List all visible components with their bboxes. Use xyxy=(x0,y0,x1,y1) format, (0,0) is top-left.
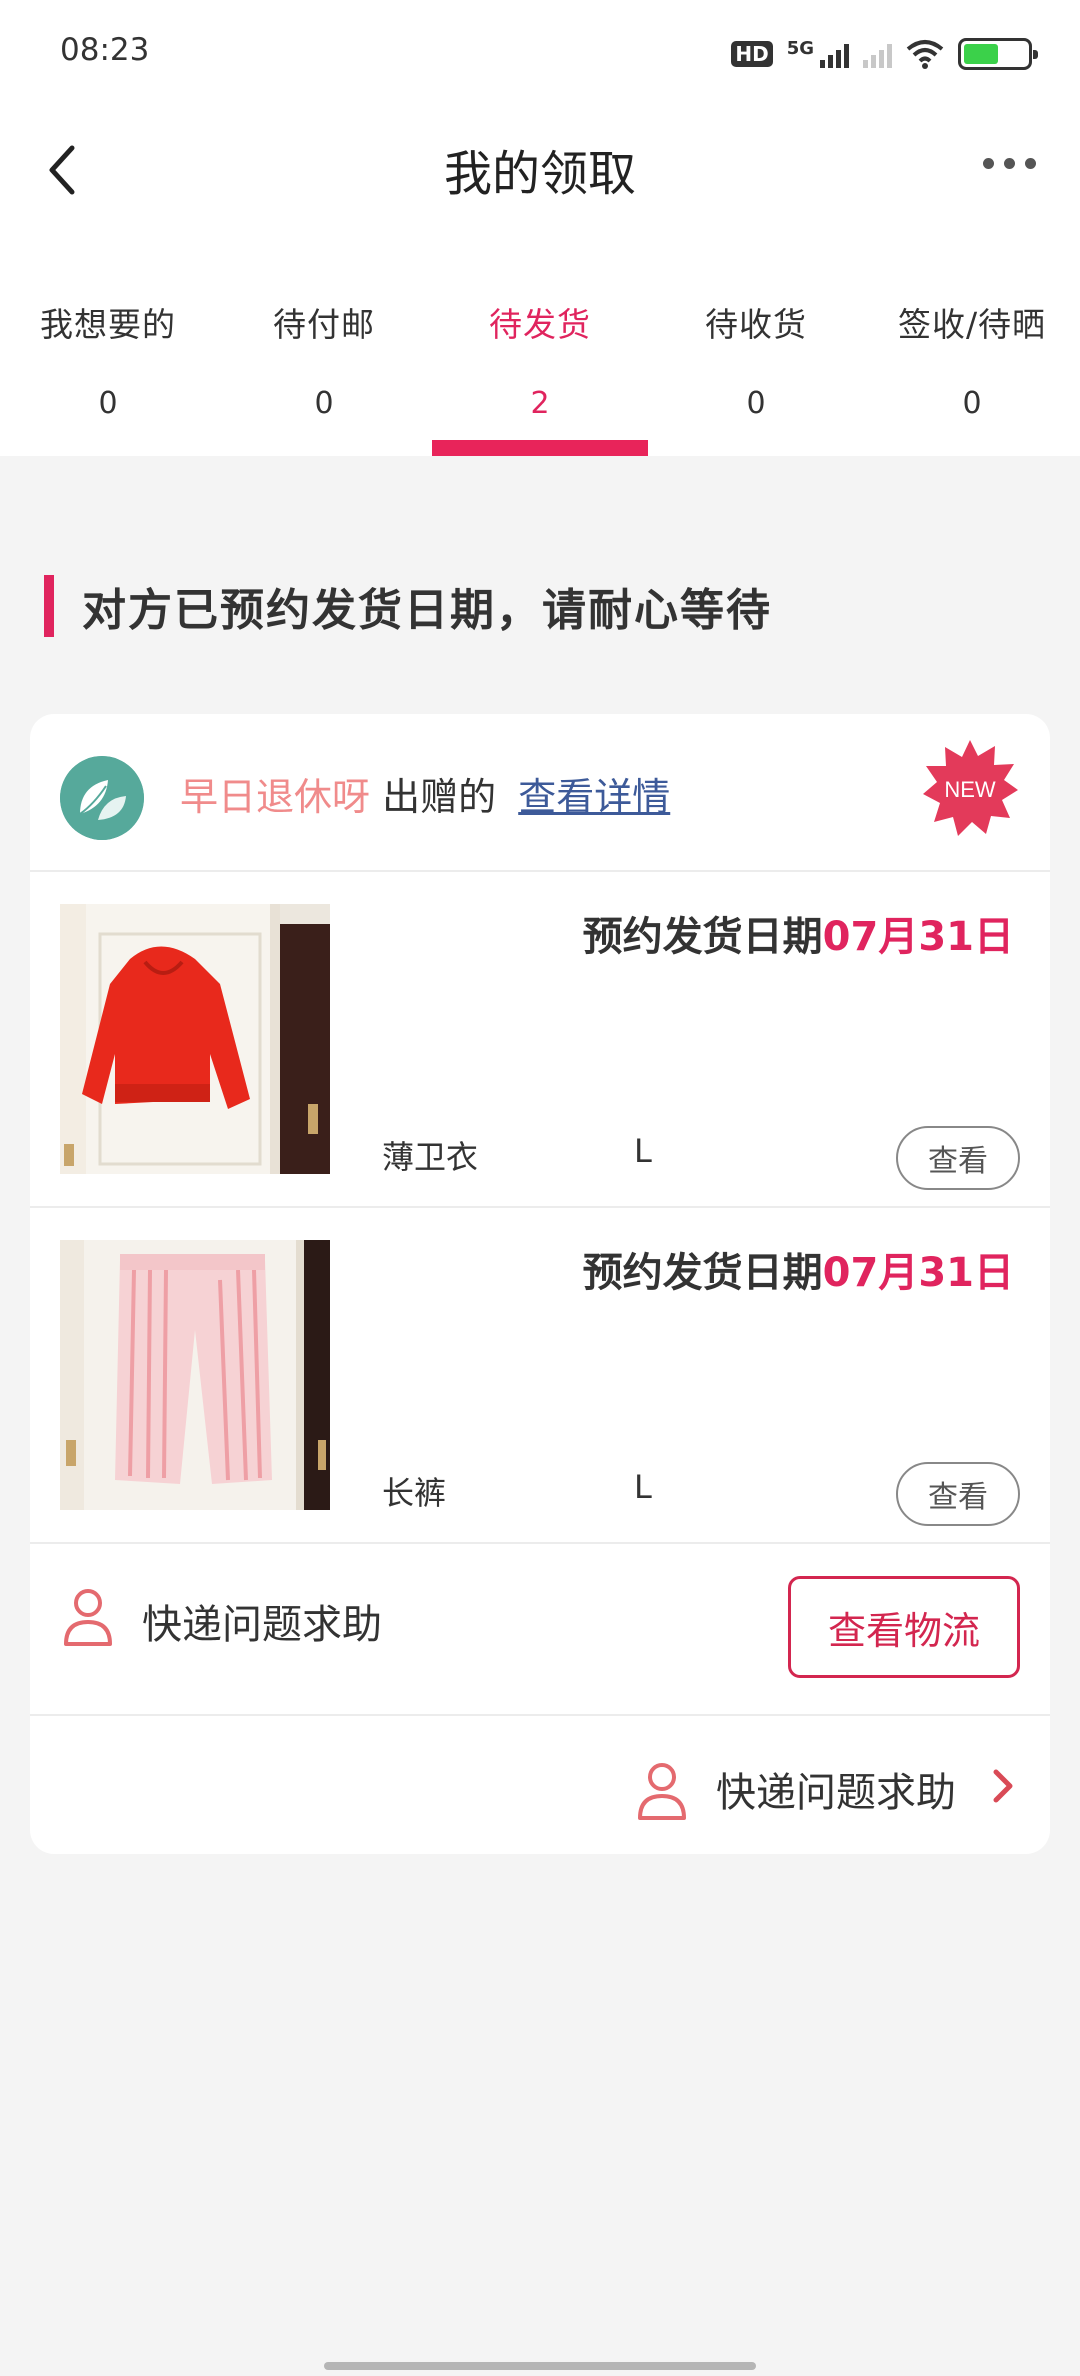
person-icon xyxy=(638,1763,686,1820)
tab-label: 签收/待晒 xyxy=(897,305,1047,344)
list-item: 预约发货日期07月31日 长裤 L 查看 xyxy=(30,1210,1050,1544)
gift-card: 早日退休呀 出赠的 查看详情 NEW 预约发货日期07月31日 薄卫衣 L 查看… xyxy=(30,714,1050,1854)
chevron-right-icon xyxy=(993,1769,1013,1803)
tab-pending-shipment[interactable]: 待发货 2 xyxy=(432,230,648,456)
tab-count: 0 xyxy=(746,386,766,421)
item-name: 长裤 xyxy=(382,1474,447,1512)
page-title: 我的领取 xyxy=(443,146,636,202)
new-badge-label: NEW xyxy=(944,777,996,802)
tab-pending-postage[interactable]: 待付邮 0 xyxy=(216,230,432,456)
product-image-pants[interactable] xyxy=(60,1240,330,1510)
battery-icon xyxy=(958,38,1038,70)
view-item-button[interactable]: 查看 xyxy=(896,1126,1020,1190)
tab-count: 0 xyxy=(98,386,118,421)
home-indicator[interactable] xyxy=(324,2362,756,2370)
avatar[interactable] xyxy=(60,756,144,840)
scheduled-ship-date: 预约发货日期07月31日 xyxy=(583,904,1014,962)
wifi-icon xyxy=(906,40,944,69)
hd-icon: HD xyxy=(731,41,773,67)
delivery-help-footer[interactable]: 快递问题求助 xyxy=(30,1716,1050,1854)
tab-label: 我想要的 xyxy=(40,305,176,344)
item-size: L xyxy=(634,1132,652,1170)
giver-name[interactable]: 早日退休呀 xyxy=(180,775,370,819)
scheduled-ship-date: 预约发货日期07月31日 xyxy=(583,1240,1014,1298)
ship-date-value: 07月31日 xyxy=(822,1250,1014,1296)
tab-label: 待付邮 xyxy=(273,305,375,344)
status-bar: 08:23 HD 5G xyxy=(0,0,1080,110)
item-name: 薄卫衣 xyxy=(382,1138,479,1176)
more-icon[interactable] xyxy=(983,158,1036,169)
status-icons: HD 5G xyxy=(731,38,1038,70)
section-heading: 对方已预约发货日期，请耐心等待 xyxy=(44,574,772,638)
tab-wanted[interactable]: 我想要的 0 xyxy=(0,230,216,456)
ship-date-label: 预约发货日期 xyxy=(582,1250,823,1296)
active-tab-indicator xyxy=(432,440,648,456)
delivery-help-row: 快递问题求助 查看物流 xyxy=(30,1546,1050,1716)
tab-count: 0 xyxy=(314,386,334,421)
list-item: 预约发货日期07月31日 薄卫衣 L 查看 xyxy=(30,874,1050,1208)
tab-received[interactable]: 签收/待晒 0 xyxy=(864,230,1080,456)
order-status-tabs: 我想要的 0 待付邮 0 待发货 2 待收货 0 签收/待晒 0 xyxy=(0,230,1080,456)
new-badge-icon: NEW xyxy=(923,740,1018,836)
ship-date-value: 07月31日 xyxy=(822,914,1014,960)
tab-count: 0 xyxy=(962,386,982,421)
tab-label: 待发货 xyxy=(489,305,591,344)
view-logistics-button[interactable]: 查看物流 xyxy=(788,1576,1020,1678)
leaf-logo-icon xyxy=(60,756,144,840)
network-type-label: 5G xyxy=(786,38,814,59)
view-details-link[interactable]: 查看详情 xyxy=(518,775,670,819)
ship-date-label: 预约发货日期 xyxy=(582,914,823,960)
nav-bar: 我的领取 xyxy=(0,110,1080,230)
view-item-button[interactable]: 查看 xyxy=(896,1462,1020,1526)
delivery-help-footer-label: 快递问题求助 xyxy=(716,1770,956,1816)
person-icon xyxy=(64,1589,112,1646)
tab-count: 2 xyxy=(530,386,550,421)
product-image-hoodie[interactable] xyxy=(60,904,330,1174)
tab-label: 待收货 xyxy=(705,305,807,344)
section-accent-bar xyxy=(44,575,54,637)
giver-line: 早日退休呀 出赠的 查看详情 xyxy=(180,766,670,821)
section-heading-text: 对方已预约发货日期，请耐心等待 xyxy=(82,585,772,636)
card-header: 早日退休呀 出赠的 查看详情 NEW xyxy=(30,714,1050,872)
giver-suffix: 出赠的 xyxy=(382,775,497,819)
status-time: 08:23 xyxy=(60,32,150,68)
tab-pending-receipt[interactable]: 待收货 0 xyxy=(648,230,864,456)
signal-icon xyxy=(820,40,849,68)
signal-secondary-icon xyxy=(863,40,892,68)
item-size: L xyxy=(634,1468,652,1506)
delivery-help-label[interactable]: 快递问题求助 xyxy=(142,1592,382,1650)
